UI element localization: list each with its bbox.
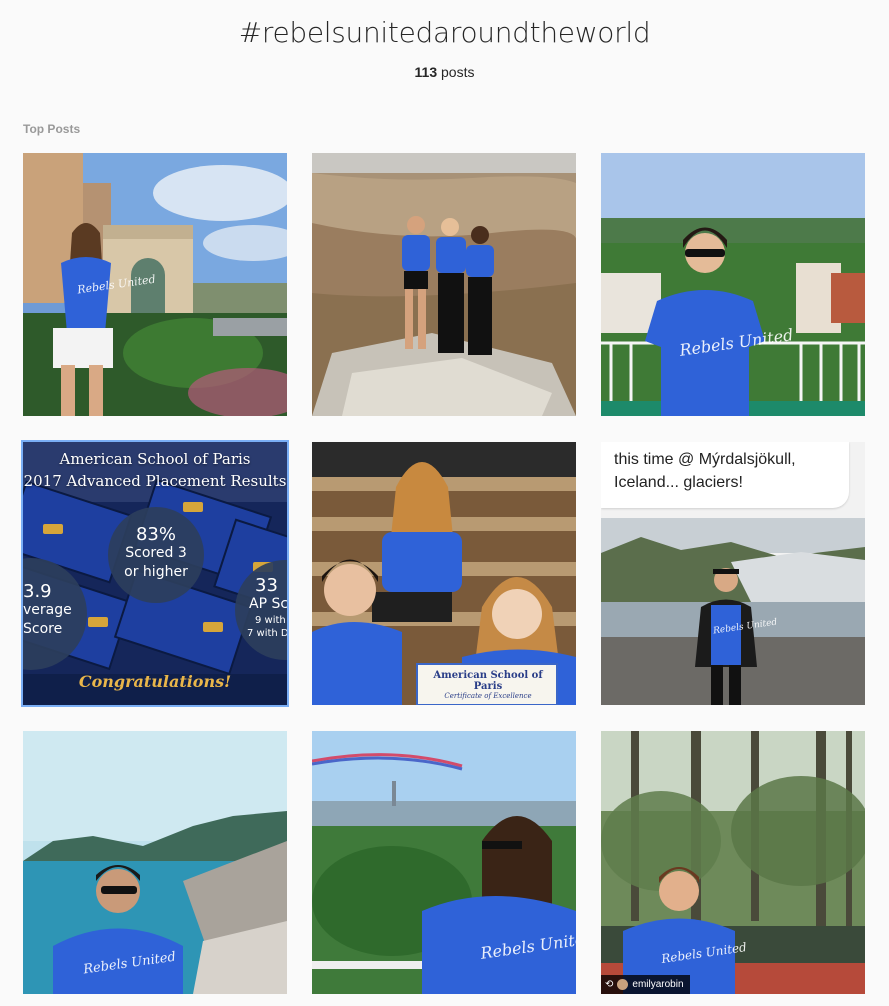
top-posts-grid: Rebels United Rebels United American Sch… xyxy=(21,153,865,994)
stat-left-value: 3.9 xyxy=(23,581,52,602)
stat-right-line2: 9 with Ho xyxy=(255,615,287,626)
page-title: #rebelsunitedaroundtheworld xyxy=(238,16,651,49)
caption-line1: this time @ Mýrdalsjökull, xyxy=(614,451,796,468)
post-thumbnail-8[interactable]: Rebels United xyxy=(312,731,576,994)
certificate-title: American School of Paris xyxy=(433,670,543,692)
hashtag-header: #rebelsunitedaroundtheworld 113 posts xyxy=(0,0,889,80)
stat-left: 3.9 verage Score xyxy=(23,582,72,639)
post-count: 113 posts xyxy=(0,64,889,80)
post-thumbnail-1[interactable]: Rebels United xyxy=(23,153,287,416)
post-thumbnail-2[interactable] xyxy=(312,153,576,416)
stat-left-line1: verage xyxy=(23,602,72,618)
stat-main-pct: 83% xyxy=(135,524,176,545)
repost-tag: ⟲ emilyarobin xyxy=(601,975,690,994)
caption-line2: Iceland... glaciers! xyxy=(614,474,743,491)
post-thumbnail-6[interactable]: this time @ Mýrdalsjökull, Iceland... gl… xyxy=(601,442,865,705)
certificate-subtitle: Certificate of Excellence xyxy=(444,692,532,700)
certificate: American School of Paris Certificate of … xyxy=(422,670,554,700)
post-thumbnail-4[interactable]: American School of Paris 2017 Advanced P… xyxy=(21,440,289,707)
stat-main: 83% Scored 3 or higher xyxy=(113,525,199,582)
photo-balcony xyxy=(601,153,865,416)
photo-mountain-group xyxy=(312,153,576,416)
photo-certificate xyxy=(312,442,576,705)
stat-main-line1: Scored 3 xyxy=(125,545,187,561)
stat-left-line2: Score xyxy=(23,621,63,637)
repost-username: emilyarobin xyxy=(632,979,684,990)
post-thumbnail-5[interactable]: American School of Paris Certificate of … xyxy=(312,442,576,705)
post-thumbnail-9[interactable]: ⟲ emilyarobin Rebels United xyxy=(601,731,865,994)
post-count-number: 113 xyxy=(414,64,438,80)
stat-main-line2: or higher xyxy=(124,564,188,580)
ap-title-line2: 2017 Advanced Placement Results xyxy=(23,472,287,490)
ap-results-title: American School of Paris 2017 Advanced P… xyxy=(23,448,287,492)
post-count-label: posts xyxy=(441,64,475,80)
stat-right: 33 AP Scho 9 with Ho 7 with Distin xyxy=(247,575,287,640)
ap-title-line1: American School of Paris xyxy=(59,450,251,468)
stat-right-line3: 7 with Distin xyxy=(247,628,287,639)
stat-right-line1: AP Scho xyxy=(249,596,287,612)
repost-icon: ⟲ xyxy=(605,979,614,990)
post-thumbnail-3[interactable]: Rebels United xyxy=(601,153,865,416)
avatar xyxy=(617,979,629,990)
caption-bubble: this time @ Mýrdalsjökull, Iceland... gl… xyxy=(601,442,849,508)
caption-text: this time @ Mýrdalsjökull, Iceland... gl… xyxy=(614,448,796,494)
congrats-text: Congratulations! xyxy=(78,672,232,691)
stat-right-value: 33 xyxy=(255,575,278,596)
top-posts-label: Top Posts xyxy=(23,122,81,136)
post-thumbnail-7[interactable]: Rebels United xyxy=(23,731,287,994)
